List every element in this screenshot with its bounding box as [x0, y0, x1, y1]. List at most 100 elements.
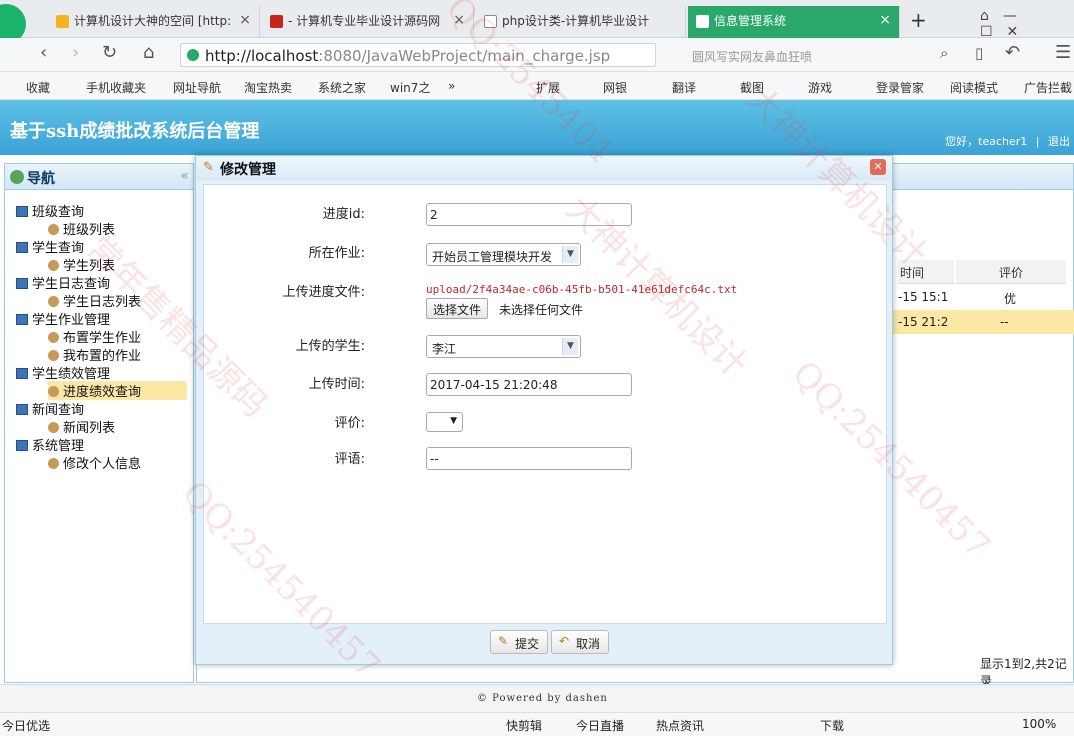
- choose-file-button[interactable]: 选择文件: [426, 298, 489, 319]
- secure-icon: [187, 49, 199, 61]
- new-tab-button[interactable]: +: [910, 8, 927, 32]
- bank-button[interactable]: 网银: [603, 79, 627, 96]
- nav-group-item[interactable]: 学生作业管理: [16, 309, 110, 328]
- nav-item-label: 学生作业管理: [32, 313, 111, 328]
- student-select[interactable]: 李江 ▼: [426, 335, 581, 358]
- reading-mode-button[interactable]: 阅读模式: [950, 79, 998, 96]
- nav-group-item[interactable]: 学生查询: [16, 237, 84, 256]
- status-item-live[interactable]: 今日直播: [576, 717, 624, 734]
- sidebar-item[interactable]: 学生列表: [48, 255, 115, 274]
- sidebar-item[interactable]: 班级列表: [48, 219, 115, 238]
- user-icon: [48, 350, 59, 361]
- comment-input[interactable]: --: [426, 447, 632, 470]
- tab-label: 信息管理系统: [714, 14, 787, 28]
- submit-button[interactable]: ✎ 提交: [490, 630, 549, 654]
- user-icon: [48, 224, 59, 235]
- close-icon[interactable]: ×: [453, 12, 465, 28]
- nav-item-label: 班级查询: [32, 205, 85, 220]
- phone-icon[interactable]: ▯: [975, 44, 983, 62]
- nav-group-item[interactable]: 学生日志查询: [16, 273, 110, 292]
- undo-icon[interactable]: ↶: [1005, 42, 1020, 63]
- bookmark-mobile[interactable]: 手机收藏夹: [86, 79, 146, 96]
- window-controls[interactable]: ⌂—☐✕: [980, 8, 1074, 40]
- tab-3[interactable]: php设计类-计算机毕业设计: [476, 6, 686, 38]
- home-icon[interactable]: ⌂: [143, 42, 154, 63]
- nav-item-label: 学生绩效管理: [32, 367, 111, 382]
- user-icon: [48, 260, 59, 271]
- collapse-icon[interactable]: «: [180, 168, 189, 184]
- extensions-button[interactable]: 扩展: [536, 79, 560, 96]
- user-icon: [48, 458, 59, 469]
- nav-group-item[interactable]: 新闻查询: [16, 399, 84, 418]
- nav-group-item[interactable]: 系统管理: [16, 435, 84, 454]
- nav-item-label: 学生查询: [32, 241, 85, 256]
- translate-button[interactable]: 翻译: [672, 79, 696, 96]
- field-label-comment: 评语:: [334, 452, 365, 467]
- nav-panel-header: 导航 «: [5, 164, 193, 190]
- screenshot-button[interactable]: 截图: [740, 79, 764, 96]
- bookmark-xitong[interactable]: 系统之家: [318, 79, 366, 96]
- nav-item-label: 系统管理: [32, 439, 85, 454]
- folder-icon: [16, 278, 28, 289]
- sidebar-item[interactable]: 进度绩效查询: [48, 381, 187, 400]
- progress-id-input[interactable]: 2: [426, 203, 632, 226]
- folder-icon: [16, 314, 28, 325]
- menu-icon[interactable]: ☰: [1055, 42, 1071, 63]
- nav-group-item[interactable]: 学生绩效管理: [16, 363, 110, 382]
- folder-icon: [16, 368, 28, 379]
- upload-time-input[interactable]: 2017-04-15 21:20:48: [426, 373, 632, 396]
- cancel-button[interactable]: ↶ 取消: [551, 630, 610, 654]
- bookmark-favorites[interactable]: 收藏: [26, 79, 50, 96]
- status-item-download[interactable]: 下载: [820, 717, 844, 734]
- logout-link[interactable]: 退出: [1048, 135, 1070, 148]
- tab-2[interactable]: - 计算机专业毕业设计源码网 ×: [262, 6, 474, 38]
- login-manager-button[interactable]: 登录管家: [876, 79, 924, 96]
- site-icon: [270, 15, 283, 28]
- games-button[interactable]: 游戏: [808, 79, 832, 96]
- zoom-level[interactable]: 100%: [1022, 717, 1056, 731]
- field-label-id: 进度id:: [322, 207, 365, 222]
- eval-select[interactable]: ▼: [426, 412, 463, 432]
- address-bar[interactable]: http://localhost:8080/JavaWebProject/mai…: [180, 43, 656, 67]
- close-icon[interactable]: ✕: [870, 159, 886, 175]
- sidebar-item[interactable]: 布置学生作业: [48, 327, 141, 346]
- bookmark-nav[interactable]: 网址导航: [173, 79, 221, 96]
- dialog-title-bar: ✎ 修改管理: [196, 156, 892, 180]
- back-icon[interactable]: ‹: [40, 42, 47, 63]
- tab-1[interactable]: 计算机设计大神的空间 [http: ×: [48, 6, 260, 38]
- nav-item-label: 布置学生作业: [63, 331, 142, 346]
- adblock-button[interactable]: 广告拦截: [1024, 79, 1072, 96]
- edit-icon: ✎: [203, 160, 214, 175]
- work-select[interactable]: 开始员工管理模块开发 ▼: [426, 243, 581, 266]
- user-icon: [48, 332, 59, 343]
- folder-icon: [16, 206, 28, 217]
- bookmark-more[interactable]: »: [448, 79, 455, 93]
- status-left[interactable]: 今日优选: [2, 717, 50, 734]
- sidebar-item[interactable]: 我布置的作业: [48, 345, 141, 364]
- page-icon: [484, 15, 497, 28]
- field-label-work: 所在作业:: [308, 246, 365, 261]
- sidebar-item[interactable]: 修改个人信息: [48, 453, 141, 472]
- close-icon[interactable]: ×: [879, 12, 891, 28]
- status-item-clip[interactable]: 快剪辑: [506, 717, 542, 734]
- refresh-icon[interactable]: ↻: [102, 42, 117, 63]
- field-label-time: 上传时间:: [308, 377, 365, 392]
- search-input[interactable]: 圆风写实网友鼻血狂喷: [680, 43, 960, 67]
- nav-item-label: 进度绩效查询: [63, 385, 142, 400]
- bookmark-win7[interactable]: win7之: [390, 79, 430, 96]
- student-selected-value: 李江: [432, 342, 457, 356]
- bookmark-taobao[interactable]: 淘宝热卖: [244, 79, 292, 96]
- cancel-label: 取消: [576, 637, 601, 651]
- folder-icon: [16, 404, 28, 415]
- forward-icon[interactable]: ›: [72, 42, 79, 63]
- status-item-news[interactable]: 热点资讯: [656, 717, 704, 734]
- app-title: 基于ssh成绩批改系统后台管理: [10, 121, 260, 142]
- sidebar-item[interactable]: 新闻列表: [48, 417, 115, 436]
- search-icon[interactable]: ⌕: [940, 44, 948, 62]
- work-selected-value: 开始员工管理模块开发: [432, 250, 553, 264]
- submit-label: 提交: [515, 637, 540, 651]
- tab-4-active[interactable]: 信息管理系统 ×: [688, 6, 900, 38]
- close-icon[interactable]: ×: [239, 12, 251, 28]
- nav-group-item[interactable]: 班级查询: [16, 201, 84, 220]
- sidebar-item[interactable]: 学生日志列表: [48, 291, 141, 310]
